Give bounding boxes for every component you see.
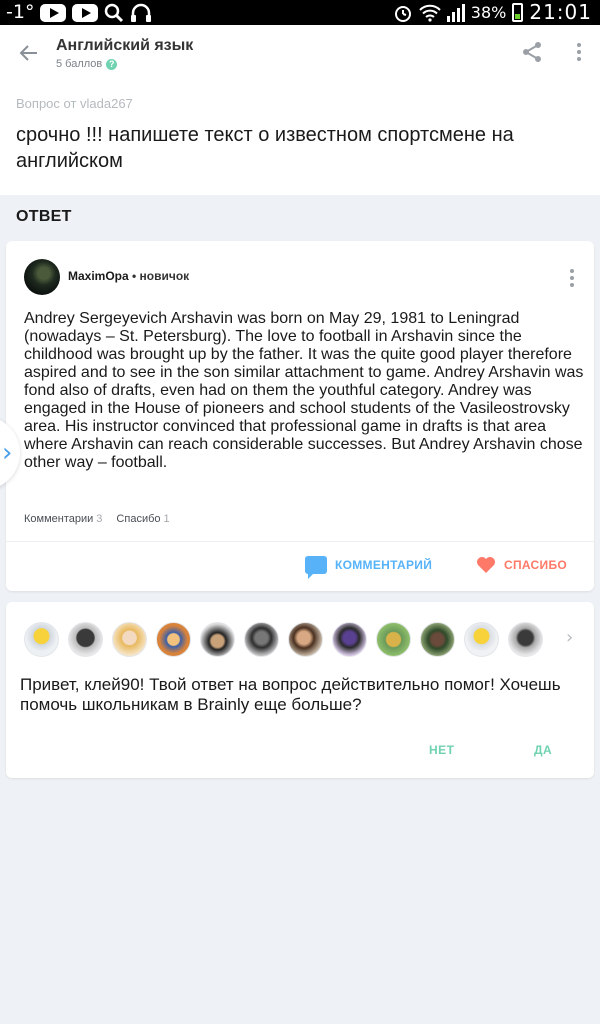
points-value: 5 баллов bbox=[56, 58, 103, 70]
avatar bbox=[244, 622, 279, 657]
subject-title: Английский язык bbox=[56, 37, 194, 54]
answer-author[interactable]: MaximOpa • новичок bbox=[68, 269, 189, 283]
chevron-right-icon: › bbox=[2, 438, 13, 468]
yes-button[interactable]: ДА bbox=[534, 743, 552, 757]
more-options-icon[interactable] bbox=[572, 43, 586, 65]
thanks-count[interactable]: Спасибо 1 bbox=[116, 513, 169, 525]
search-icon bbox=[105, 3, 124, 22]
question-author: Вопрос от vlada267 bbox=[16, 96, 133, 111]
thanks-button[interactable]: СПАСИБО bbox=[476, 556, 567, 574]
avatar bbox=[508, 622, 543, 657]
headphones-icon bbox=[131, 3, 152, 22]
avatar bbox=[464, 622, 499, 657]
no-button[interactable]: НЕТ bbox=[429, 743, 455, 757]
avatar bbox=[332, 622, 367, 657]
heart-icon bbox=[477, 557, 495, 573]
author-name[interactable]: MaximOpa bbox=[68, 269, 129, 283]
help-icon[interactable]: ? bbox=[106, 58, 118, 70]
helper-avatars bbox=[24, 622, 543, 657]
helper-prompt-card: › Привет, клей90! Твой ответ на вопрос д… bbox=[6, 602, 594, 778]
avatar bbox=[112, 622, 147, 657]
youtube-icon bbox=[72, 3, 99, 22]
author-rank: • новичок bbox=[128, 269, 190, 283]
share-icon[interactable] bbox=[520, 40, 544, 64]
status-bar: -1° 38% 21:01 bbox=[0, 0, 600, 25]
clock: 21:01 bbox=[529, 0, 592, 24]
answer-text: Andrey Sergeyevich Arshavin was born on … bbox=[24, 310, 584, 471]
avatar bbox=[420, 622, 455, 657]
comments-count[interactable]: Комментарии 3 bbox=[24, 513, 102, 525]
answer-meta: Комментарии 3 Спасибо 1 bbox=[24, 513, 170, 525]
signal-icon bbox=[446, 3, 465, 22]
prompt-text: Привет, клей90! Твой ответ на вопрос дей… bbox=[20, 675, 561, 714]
comment-icon bbox=[305, 556, 327, 579]
avatar bbox=[156, 622, 191, 657]
avatar bbox=[200, 622, 235, 657]
chevron-right-icon[interactable]: › bbox=[566, 627, 573, 648]
battery-icon bbox=[512, 3, 524, 22]
back-arrow-icon[interactable] bbox=[17, 41, 41, 65]
comment-button[interactable]: КОММЕНТАРИЙ bbox=[305, 556, 432, 579]
avatar bbox=[288, 622, 323, 657]
alarm-icon bbox=[394, 5, 411, 22]
app-header: Английский язык 5 баллов ? bbox=[0, 25, 600, 89]
answer-actions: КОММЕНТАРИЙ СПАСИБО bbox=[6, 541, 594, 591]
battery-percent: 38% bbox=[470, 3, 507, 22]
answer-section-title: ОТВЕТ bbox=[16, 208, 72, 225]
question-text: срочно !!! напишете текст о известном сп… bbox=[16, 124, 514, 172]
temperature: -1° bbox=[6, 1, 35, 23]
question-block: Вопрос от vlada267 срочно !!! напишете т… bbox=[0, 89, 600, 195]
avatar bbox=[24, 622, 59, 657]
avatar[interactable] bbox=[24, 259, 60, 295]
avatar bbox=[68, 622, 103, 657]
answer-more-icon[interactable] bbox=[570, 269, 574, 287]
answer-card: MaximOpa • новичок Andrey Sergeyevich Ar… bbox=[6, 241, 594, 591]
points-label: 5 баллов ? bbox=[56, 58, 118, 70]
wifi-icon bbox=[419, 4, 441, 22]
youtube-icon bbox=[40, 3, 67, 22]
avatar bbox=[376, 622, 411, 657]
